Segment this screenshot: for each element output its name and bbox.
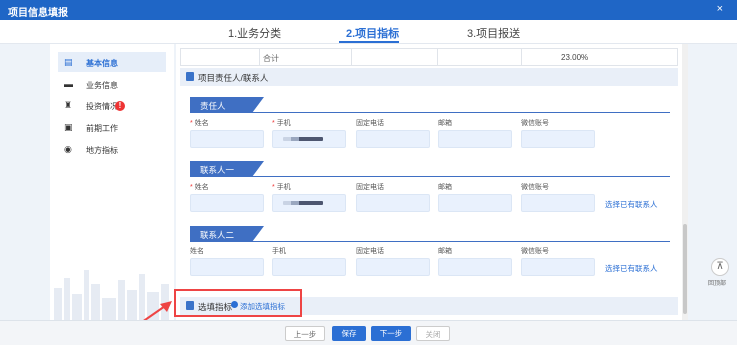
- sidebar-item-business-info[interactable]: ▬ 业务信息: [58, 74, 166, 94]
- field-label: 邮箱: [438, 120, 452, 127]
- field-label: 微信账号: [521, 184, 549, 191]
- highlight-box-annotation: [174, 289, 302, 317]
- close-button[interactable]: 关闭: [416, 326, 450, 341]
- arrow-up-icon[interactable]: ⊼: [711, 258, 729, 276]
- field-label: 固定电话: [356, 184, 384, 191]
- card-icon: ▬: [64, 79, 73, 89]
- field-label: 固定电话: [356, 120, 384, 127]
- save-button[interactable]: 保存: [332, 326, 366, 341]
- window-title: 项目信息填报: [8, 8, 68, 19]
- mobile-input[interactable]: [272, 194, 346, 212]
- select-existing-contact-link[interactable]: 选择已有联系人: [605, 199, 658, 210]
- summary-table-row: 合计 23.00%: [180, 48, 678, 66]
- section-title: 项目责任人/联系人: [198, 73, 269, 83]
- field-label: 邮箱: [438, 184, 452, 191]
- name-input[interactable]: [190, 194, 264, 212]
- mobile-input[interactable]: [272, 258, 346, 276]
- field-label: 微信账号: [521, 248, 549, 255]
- field-label: * 姓名: [190, 120, 209, 127]
- person-tag: 联系人一: [190, 161, 264, 177]
- step-tabs: 1.业务分类 2.项目指标 3.项目报送: [0, 20, 737, 44]
- tab-project-indicators[interactable]: 2.项目指标: [346, 25, 399, 41]
- scrollbar[interactable]: [682, 44, 688, 320]
- trash-icon: [186, 72, 194, 81]
- field-label: 手机: [272, 248, 286, 255]
- sum-label: 合计: [263, 54, 279, 63]
- title-bar: 项目信息填报 ×: [0, 0, 737, 20]
- phone-input[interactable]: [356, 130, 430, 148]
- sidebar-item-label: 业务信息: [86, 81, 118, 90]
- tab-business-category[interactable]: 1.业务分类: [228, 25, 281, 41]
- field-label: 固定电话: [356, 248, 384, 255]
- email-input[interactable]: [438, 258, 512, 276]
- sidebar-item-label: 投资情况: [86, 102, 118, 111]
- scrollbar-thumb[interactable]: [683, 224, 687, 314]
- sidebar-item-basic-info[interactable]: ▤ 基本信息: [58, 52, 166, 72]
- field-label: * 手机: [272, 120, 291, 127]
- field-label: * 手机: [272, 184, 291, 191]
- wechat-input[interactable]: [521, 194, 595, 212]
- sum-percent: 23.00%: [561, 53, 589, 62]
- name-input[interactable]: [190, 258, 264, 276]
- mobile-input[interactable]: [272, 130, 346, 148]
- sidebar: ▤ 基本信息 ▬ 业务信息 ♜ 投资情况 ▣ 前期工作 ◉ 地方指标: [50, 44, 174, 320]
- active-step-underline: [339, 41, 399, 43]
- email-input[interactable]: [438, 130, 512, 148]
- back-to-top-label: 回顶部: [708, 281, 727, 287]
- field-label: 微信账号: [521, 120, 549, 127]
- warning-badge: !: [115, 101, 125, 111]
- tab-project-submit[interactable]: 3.项目报送: [467, 25, 520, 41]
- form-panel: 合计 23.00% 项目责任人/联系人 责任人 * 姓名 * 手机 固定电话 邮…: [176, 44, 682, 320]
- footer-bar: 上一步 保存 下一步 关闭: [0, 320, 737, 345]
- field-label: * 姓名: [190, 184, 209, 191]
- phone-input[interactable]: [356, 194, 430, 212]
- close-icon[interactable]: ×: [717, 3, 723, 15]
- compass-icon: ◉: [64, 144, 72, 154]
- money-bag-icon: ♜: [64, 100, 73, 110]
- sidebar-item-label: 前期工作: [86, 124, 118, 133]
- wechat-input[interactable]: [521, 258, 595, 276]
- sidebar-item-label: 地方指标: [86, 146, 118, 155]
- name-input[interactable]: [190, 130, 264, 148]
- briefcase-icon: ▣: [64, 122, 73, 132]
- field-label: 姓名: [190, 248, 204, 255]
- prev-step-button[interactable]: 上一步: [285, 326, 325, 341]
- person-tag: 责任人: [190, 97, 264, 113]
- next-step-button[interactable]: 下一步: [371, 326, 411, 341]
- wechat-input[interactable]: [521, 130, 595, 148]
- doc-icon: ▤: [64, 57, 73, 67]
- email-input[interactable]: [438, 194, 512, 212]
- sidebar-item-label: 基本信息: [86, 59, 118, 68]
- sidebar-item-local-indicators[interactable]: ◉ 地方指标: [58, 139, 166, 159]
- phone-input[interactable]: [356, 258, 430, 276]
- select-existing-contact-link[interactable]: 选择已有联系人: [605, 263, 658, 274]
- person-tag: 联系人二: [190, 226, 264, 242]
- section-header-contacts: 项目责任人/联系人: [180, 68, 678, 86]
- field-label: 邮箱: [438, 248, 452, 255]
- sidebar-item-investment[interactable]: ♜ 投资情况: [58, 95, 166, 115]
- sidebar-item-preliminary-work[interactable]: ▣ 前期工作: [58, 117, 166, 137]
